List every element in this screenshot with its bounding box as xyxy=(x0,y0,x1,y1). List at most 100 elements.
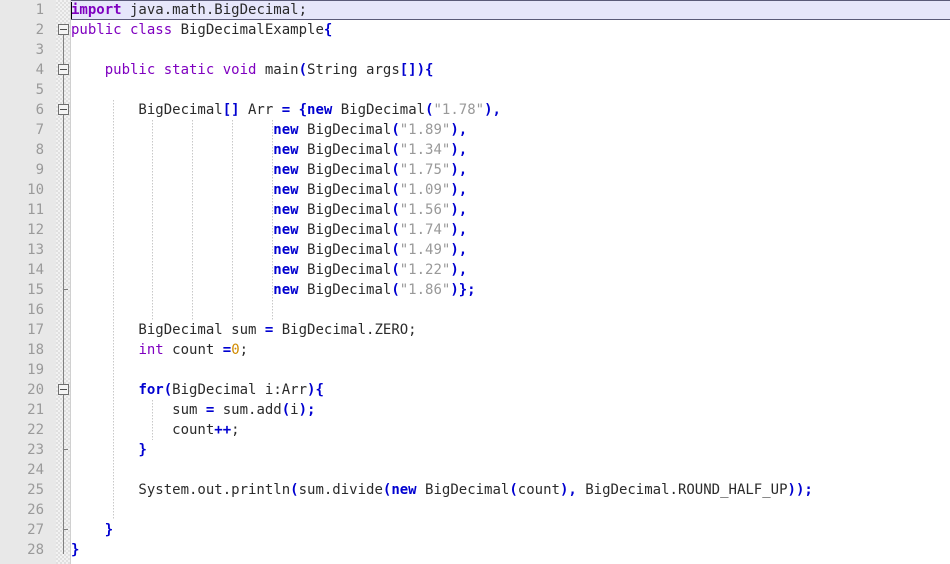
line-number: 17 xyxy=(27,322,44,338)
code-line[interactable]: } xyxy=(71,440,147,460)
code-token: BigDecimal xyxy=(416,482,510,498)
code-token: BigDecimalExample xyxy=(180,22,324,38)
code-token: public class xyxy=(71,22,181,38)
code-token: BigDecimal xyxy=(298,222,392,238)
editor-gutter[interactable]: 1 2 3 4 5 6 7 8 9 10 11 12 13 14 15 16 17 18 19 20 21 22 23 24 2… xyxy=(0,0,71,564)
code-token: sum.divide xyxy=(298,482,383,498)
code-token: "1.56" xyxy=(399,202,451,218)
code-token: } xyxy=(71,542,80,558)
code-token: ( xyxy=(391,282,400,298)
code-token: BigDecimal xyxy=(298,162,392,178)
code-line[interactable]: for(BigDecimal i:Arr){ xyxy=(71,380,324,400)
code-token: System.out.println xyxy=(71,482,291,498)
code-line[interactable]: BigDecimal sum = BigDecimal.ZERO; xyxy=(71,320,416,340)
code-token: ( xyxy=(391,202,400,218)
line-number: 5 xyxy=(35,82,44,98)
line-number: 9 xyxy=(35,162,44,178)
code-token: ){ xyxy=(307,382,324,398)
code-line[interactable]: public static void main(String args[]){ xyxy=(71,60,434,80)
code-line[interactable]: int count =0; xyxy=(71,340,248,360)
code-token: BigDecimal xyxy=(298,202,392,218)
code-area[interactable]: import java.math.BigDecimal; public class… xyxy=(71,0,950,564)
code-line[interactable]: new BigDecimal("1.86")}; xyxy=(71,280,475,300)
code-line[interactable]: public class BigDecimalExample{ xyxy=(71,20,332,40)
code-token: "1.09" xyxy=(399,182,451,198)
line-number: 26 xyxy=(27,502,44,518)
line-number: 22 xyxy=(27,422,44,438)
code-token: ( xyxy=(281,402,291,418)
code-line[interactable]: new BigDecimal("1.56"), xyxy=(71,200,467,220)
code-token: ( xyxy=(391,142,400,158)
line-number: 3 xyxy=(35,42,44,58)
code-token: new xyxy=(273,222,299,238)
code-line[interactable] xyxy=(71,360,79,380)
line-number: 1 xyxy=(35,2,44,18)
code-line[interactable]: System.out.println(sum.divide(new BigDec… xyxy=(71,480,813,500)
code-token: BigDecimal xyxy=(298,182,392,198)
code-token: sum xyxy=(71,402,206,418)
code-token: } xyxy=(104,522,114,538)
code-token: = xyxy=(281,102,291,118)
code-token: "1.49" xyxy=(399,242,451,258)
line-number: 10 xyxy=(27,182,44,198)
code-token: { xyxy=(323,22,333,38)
code-line[interactable]: count++; xyxy=(71,420,239,440)
code-line[interactable]: sum = sum.add(i); xyxy=(71,400,315,420)
fold-toggle-icon[interactable] xyxy=(58,24,69,35)
code-line[interactable] xyxy=(71,80,79,100)
code-token: count xyxy=(517,482,560,498)
code-line[interactable] xyxy=(71,500,79,520)
code-token: BigDecimal xyxy=(298,262,392,278)
gutter-divider xyxy=(70,0,71,564)
line-number: 11 xyxy=(27,202,44,218)
code-token: { xyxy=(298,102,308,118)
fold-toggle-icon[interactable] xyxy=(58,104,69,115)
code-token: "1.34" xyxy=(399,142,451,158)
fold-toggle-icon[interactable] xyxy=(58,64,69,75)
code-token: "1.89" xyxy=(399,122,451,138)
code-token: BigDecimal sum xyxy=(71,322,265,338)
code-token: ), xyxy=(450,242,468,258)
line-number: 7 xyxy=(35,122,44,138)
code-token: java.math.BigDecimal; xyxy=(121,2,308,18)
code-line[interactable]: new BigDecimal("1.49"), xyxy=(71,240,467,260)
code-token: ), xyxy=(450,162,468,178)
code-line[interactable]: new BigDecimal("1.22"), xyxy=(71,260,467,280)
code-token: ++ xyxy=(214,422,232,438)
code-line[interactable] xyxy=(71,300,79,320)
code-line[interactable]: new BigDecimal("1.75"), xyxy=(71,160,467,180)
code-token: ), xyxy=(450,122,468,138)
code-line[interactable]: new BigDecimal("1.74"), xyxy=(71,220,467,240)
code-line[interactable]: new BigDecimal("1.09"), xyxy=(71,180,467,200)
code-line[interactable]: } xyxy=(71,520,113,540)
code-token: "1.86" xyxy=(399,282,451,298)
code-line[interactable]: } xyxy=(71,540,79,560)
code-token: ); xyxy=(298,402,316,418)
code-token: i xyxy=(290,402,299,418)
code-token: import xyxy=(71,2,122,18)
code-token: new xyxy=(273,262,299,278)
code-token: "1.22" xyxy=(399,262,451,278)
code-token: ; xyxy=(239,342,249,358)
code-token: ( xyxy=(163,382,173,398)
code-editor[interactable]: 1 2 3 4 5 6 7 8 9 10 11 12 13 14 15 16 17 18 19 20 21 22 23 24 2… xyxy=(0,0,950,564)
code-line[interactable]: import java.math.BigDecimal; xyxy=(71,0,307,20)
code-line[interactable] xyxy=(71,460,79,480)
code-token: new xyxy=(273,122,299,138)
code-line[interactable]: new BigDecimal("1.89"), xyxy=(71,120,467,140)
code-token: ), xyxy=(450,222,468,238)
code-token: )); xyxy=(787,482,813,498)
code-token: BigDecimal i:Arr xyxy=(172,382,308,398)
fold-toggle-icon[interactable] xyxy=(58,384,69,395)
code-line[interactable] xyxy=(71,40,79,60)
code-line[interactable]: BigDecimal[] Arr = {new BigDecimal("1.78… xyxy=(71,100,501,120)
code-line[interactable]: new BigDecimal("1.34"), xyxy=(71,140,467,160)
code-token: BigDecimal xyxy=(298,242,392,258)
code-token: } xyxy=(138,442,147,458)
line-number: 6 xyxy=(35,102,44,118)
